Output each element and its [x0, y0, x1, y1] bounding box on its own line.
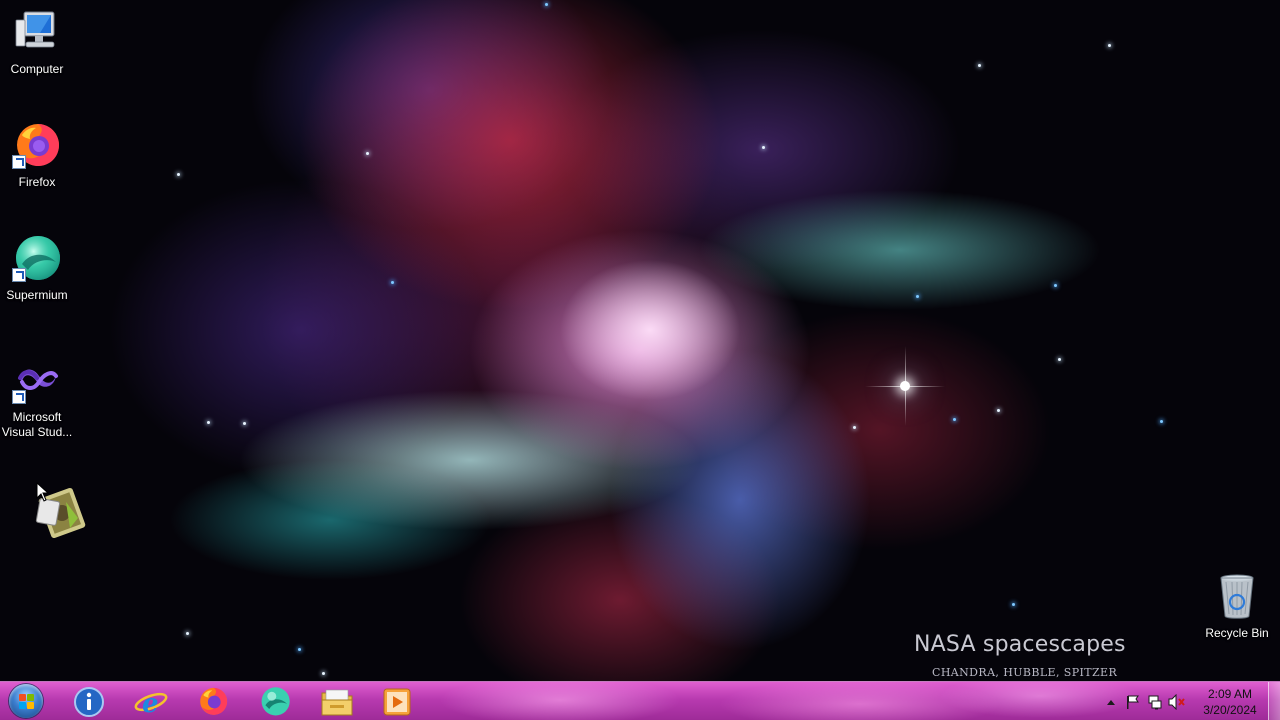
mouse-cursor-icon: [36, 481, 50, 507]
desktop-icon-recycle-bin[interactable]: Recycle Bin: [1199, 572, 1275, 641]
show-hidden-icons-icon[interactable]: [1100, 691, 1122, 713]
taskbar-internet-explorer-button[interactable]: e: [125, 684, 177, 719]
desktop-icon-label: Computer: [10, 62, 64, 76]
supermium-icon: [12, 234, 62, 284]
desktop-screen: NASA spacescapes CHANDRA, HUBBLE, SPITZE…: [0, 0, 1280, 720]
shortcut-arrow-icon: [12, 155, 26, 169]
clock-time: 2:09 AM: [1207, 686, 1253, 701]
desktop-icon-label: Microsoft Visual Stud...: [1, 410, 73, 439]
wallpaper-subtitle: CHANDRA, HUBBLE, SPITZER: [932, 666, 1118, 679]
taskbar-firefox-button[interactable]: [187, 684, 239, 719]
internet-explorer-icon: e: [134, 689, 168, 718]
start-button[interactable]: [6, 683, 46, 719]
info-icon: [74, 686, 104, 717]
wallpaper-title: NASA spacescapes: [914, 632, 1126, 657]
firefox-icon: [200, 687, 228, 715]
desktop-icon-label: Recycle Bin: [1205, 626, 1269, 640]
system-tray: 2:09 AM 3/20/2024: [1100, 682, 1266, 720]
desktop-icon-computer[interactable]: Computer: [0, 8, 75, 77]
taskbar: e 2:09 AM 3/20/2024: [0, 681, 1280, 720]
file-explorer-icon: [321, 689, 353, 715]
taskbar-info-button[interactable]: [63, 684, 115, 719]
taskbar-file-explorer-button[interactable]: [311, 684, 363, 719]
network-icon[interactable]: [1144, 691, 1166, 713]
desktop-icon-visual-studio[interactable]: Microsoft Visual Stud...: [0, 356, 75, 440]
firefox-icon: [12, 121, 62, 171]
desktop-icon-firefox[interactable]: Firefox: [0, 121, 75, 190]
show-desktop-button[interactable]: [1268, 682, 1280, 720]
action-center-flag-icon[interactable]: [1122, 691, 1144, 713]
media-player-icon: [383, 688, 411, 715]
volume-muted-icon[interactable]: [1166, 691, 1188, 713]
shortcut-arrow-icon: [12, 390, 26, 404]
desktop-wallpaper[interactable]: NASA spacescapes CHANDRA, HUBBLE, SPITZE…: [0, 0, 1280, 681]
taskbar-media-player-button[interactable]: [371, 684, 423, 719]
taskbar-supermium-button[interactable]: [249, 684, 301, 719]
desktop-icon-label: Firefox: [18, 175, 56, 189]
svg-text:e: e: [142, 689, 159, 718]
computer-icon: [12, 8, 62, 58]
clock-date: 3/20/2024: [1203, 702, 1257, 717]
desktop-icon-label: Supermium: [6, 288, 68, 302]
visual-studio-icon: [12, 356, 62, 406]
taskbar-clock[interactable]: 2:09 AM 3/20/2024: [1194, 686, 1266, 718]
supermium-icon: [261, 686, 290, 715]
start-orb-icon: [9, 684, 43, 718]
recycle-bin-icon: [1212, 572, 1262, 622]
desktop-icon-supermium[interactable]: Supermium: [0, 234, 75, 303]
shortcut-arrow-icon: [12, 268, 26, 282]
desktop-icon-setup-program[interactable]: [22, 482, 98, 544]
